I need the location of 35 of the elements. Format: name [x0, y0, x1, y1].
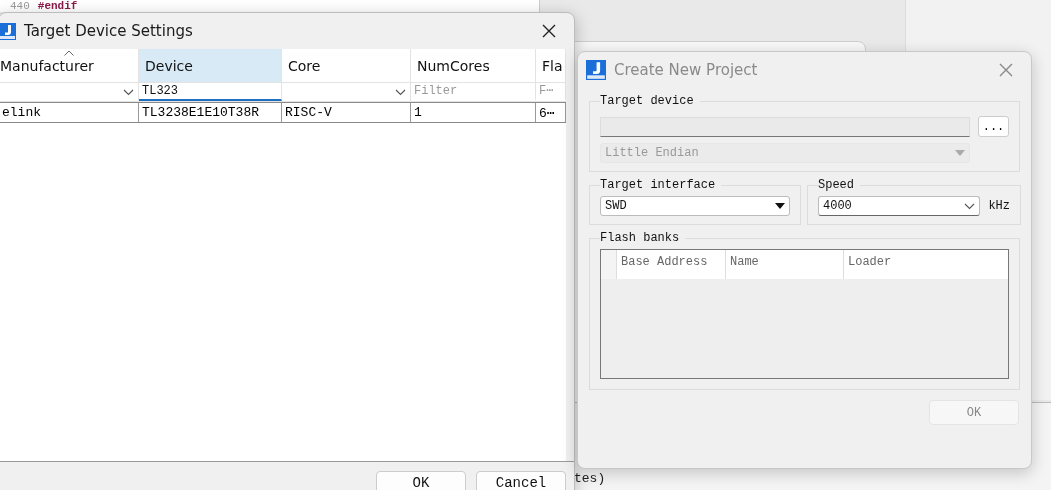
group-label: Flash banks: [600, 231, 681, 245]
speed-dropdown[interactable]: 4000: [818, 196, 981, 216]
code-line: #endif: [37, 1, 78, 12]
dropdown-arrow-icon: [955, 150, 965, 156]
window-title: Create New Project: [614, 61, 759, 79]
group-label: Target interface: [600, 178, 717, 192]
column-header[interactable]: Name: [726, 250, 844, 279]
table-cell: TL3238E1E10T38R: [139, 103, 282, 122]
close-icon: [542, 24, 556, 38]
group-label: Speed: [818, 178, 855, 192]
column-header[interactable]: Loader: [844, 250, 1008, 279]
chevron-down-icon: [123, 88, 134, 96]
chevron-down-icon: [395, 88, 406, 96]
column-header[interactable]: Base Address: [617, 250, 726, 279]
app-logo-icon: [586, 60, 606, 80]
close-icon: [999, 63, 1013, 77]
group-label: Target device: [600, 94, 695, 108]
filter-field[interactable]: TL323: [139, 83, 282, 101]
line-number: 440: [10, 1, 30, 12]
unit-label: kHz: [988, 199, 1010, 213]
table-cell: elink: [0, 103, 139, 122]
app-logo-icon: [0, 22, 16, 40]
chevron-down-icon: [964, 202, 976, 210]
column-header[interactable]: Device: [139, 49, 282, 82]
column-header[interactable]: Manufacturer: [0, 49, 139, 82]
browse-button[interactable]: ...: [978, 116, 1009, 137]
dropdown-arrow-icon: [775, 203, 785, 209]
window-title: Target Device Settings: [24, 22, 194, 40]
console-text: tes): [574, 471, 606, 486]
device-field[interactable]: [600, 116, 970, 137]
table-cell: 6⋯: [536, 103, 566, 122]
dialog-button[interactable]: OK: [376, 471, 466, 490]
table-cell: 1: [411, 103, 536, 122]
dialog-button[interactable]: Cancel: [476, 471, 566, 490]
interface-dropdown[interactable]: SWD: [600, 196, 790, 216]
